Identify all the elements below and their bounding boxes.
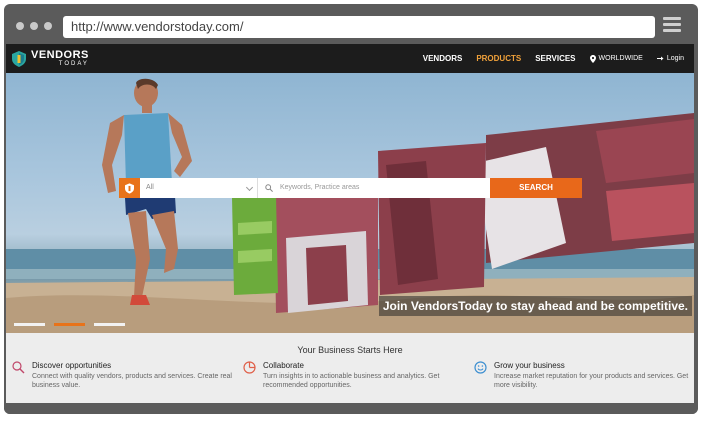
site-header: VENDORS TODAY VENDORS PRODUCTS SERVICES … (6, 44, 694, 73)
window-dot-icon[interactable] (44, 22, 52, 30)
browser-toolbar: http://www.vendorstoday.com/ (4, 4, 698, 44)
carousel-indicator[interactable] (14, 323, 45, 326)
category-select[interactable]: All (140, 178, 258, 198)
keyword-placeholder: Keywords, Practice areas (280, 184, 360, 191)
login-icon (656, 56, 664, 61)
logo-sub-text: TODAY (58, 61, 89, 67)
keyword-search-input[interactable]: Keywords, Practice areas (258, 178, 490, 198)
carousel-indicators (14, 323, 125, 326)
search-icon (265, 184, 273, 192)
feature-description: Connect with quality vendors, products a… (32, 373, 232, 389)
category-value: All (146, 184, 154, 191)
location-pin-icon (589, 54, 596, 63)
feature-heading: Grow your business (494, 361, 565, 370)
menu-icon[interactable] (663, 17, 681, 35)
window-dot-icon[interactable] (16, 22, 24, 30)
logo[interactable]: VENDORS TODAY (12, 50, 89, 67)
search-logo-badge (119, 178, 140, 198)
login-label: Login (666, 55, 684, 62)
carousel-indicator[interactable] (94, 323, 125, 326)
window-dot-icon[interactable] (30, 22, 38, 30)
nav-vendors[interactable]: VENDORS (423, 54, 463, 63)
features-section: Your Business Starts Here Discover oppor… (6, 333, 694, 403)
carousel-indicator-active[interactable] (54, 323, 85, 326)
feature-heading: Collaborate (263, 361, 304, 370)
nav-products[interactable]: PRODUCTS (476, 54, 521, 63)
window-controls (16, 22, 52, 30)
feature-heading: Discover opportunities (32, 361, 112, 370)
shield-logo-icon (12, 50, 26, 67)
pie-chart-icon (243, 361, 256, 374)
login-link[interactable]: Login (656, 55, 684, 62)
smiley-icon (474, 361, 487, 374)
worldwide-label: WORLDWIDE (598, 55, 643, 62)
hero-caption: Join VendorsToday to stay ahead and be c… (378, 296, 692, 316)
address-bar[interactable]: http://www.vendorstoday.com/ (63, 16, 655, 38)
worldwide-selector[interactable]: WORLDWIDE (589, 54, 643, 63)
hero-image (6, 78, 694, 333)
feature-description: Turn insights in to actionable business … (263, 373, 440, 389)
logo-main-text: VENDORS (31, 49, 89, 61)
chevron-down-icon (245, 183, 254, 192)
search-bar: All Keywords, Practice areas SEARCH (119, 178, 582, 198)
feature-description: Increase market reputation for your prod… (494, 373, 689, 389)
nav-services[interactable]: SERVICES (535, 54, 575, 63)
nav-links: VENDORS PRODUCTS SERVICES WORLDWIDE Logi… (423, 44, 684, 73)
search-icon (12, 361, 25, 374)
browser-frame-bottom (4, 403, 698, 414)
logo-text: VENDORS TODAY (31, 49, 89, 68)
hero-banner: All Keywords, Practice areas SEARCH Join… (6, 73, 694, 333)
page-viewport: VENDORS TODAY VENDORS PRODUCTS SERVICES … (6, 44, 694, 403)
shield-icon (125, 182, 134, 194)
search-button[interactable]: SEARCH (490, 178, 582, 198)
features-title: Your Business Starts Here (297, 345, 403, 355)
